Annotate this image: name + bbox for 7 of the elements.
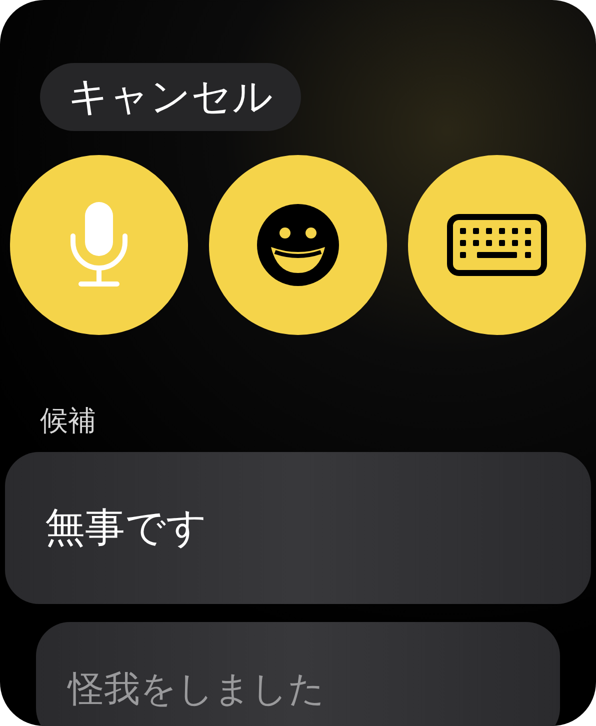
keyboard-icon [447, 214, 547, 276]
section-heading: 候補 [40, 407, 96, 435]
suggestion-item[interactable]: 無事です [5, 452, 591, 604]
microphone-icon [69, 202, 129, 288]
cancel-button[interactable]: キャンセル [40, 63, 301, 131]
suggestion-item[interactable]: 怪我をしました [36, 622, 560, 726]
smiley-icon [257, 204, 339, 286]
